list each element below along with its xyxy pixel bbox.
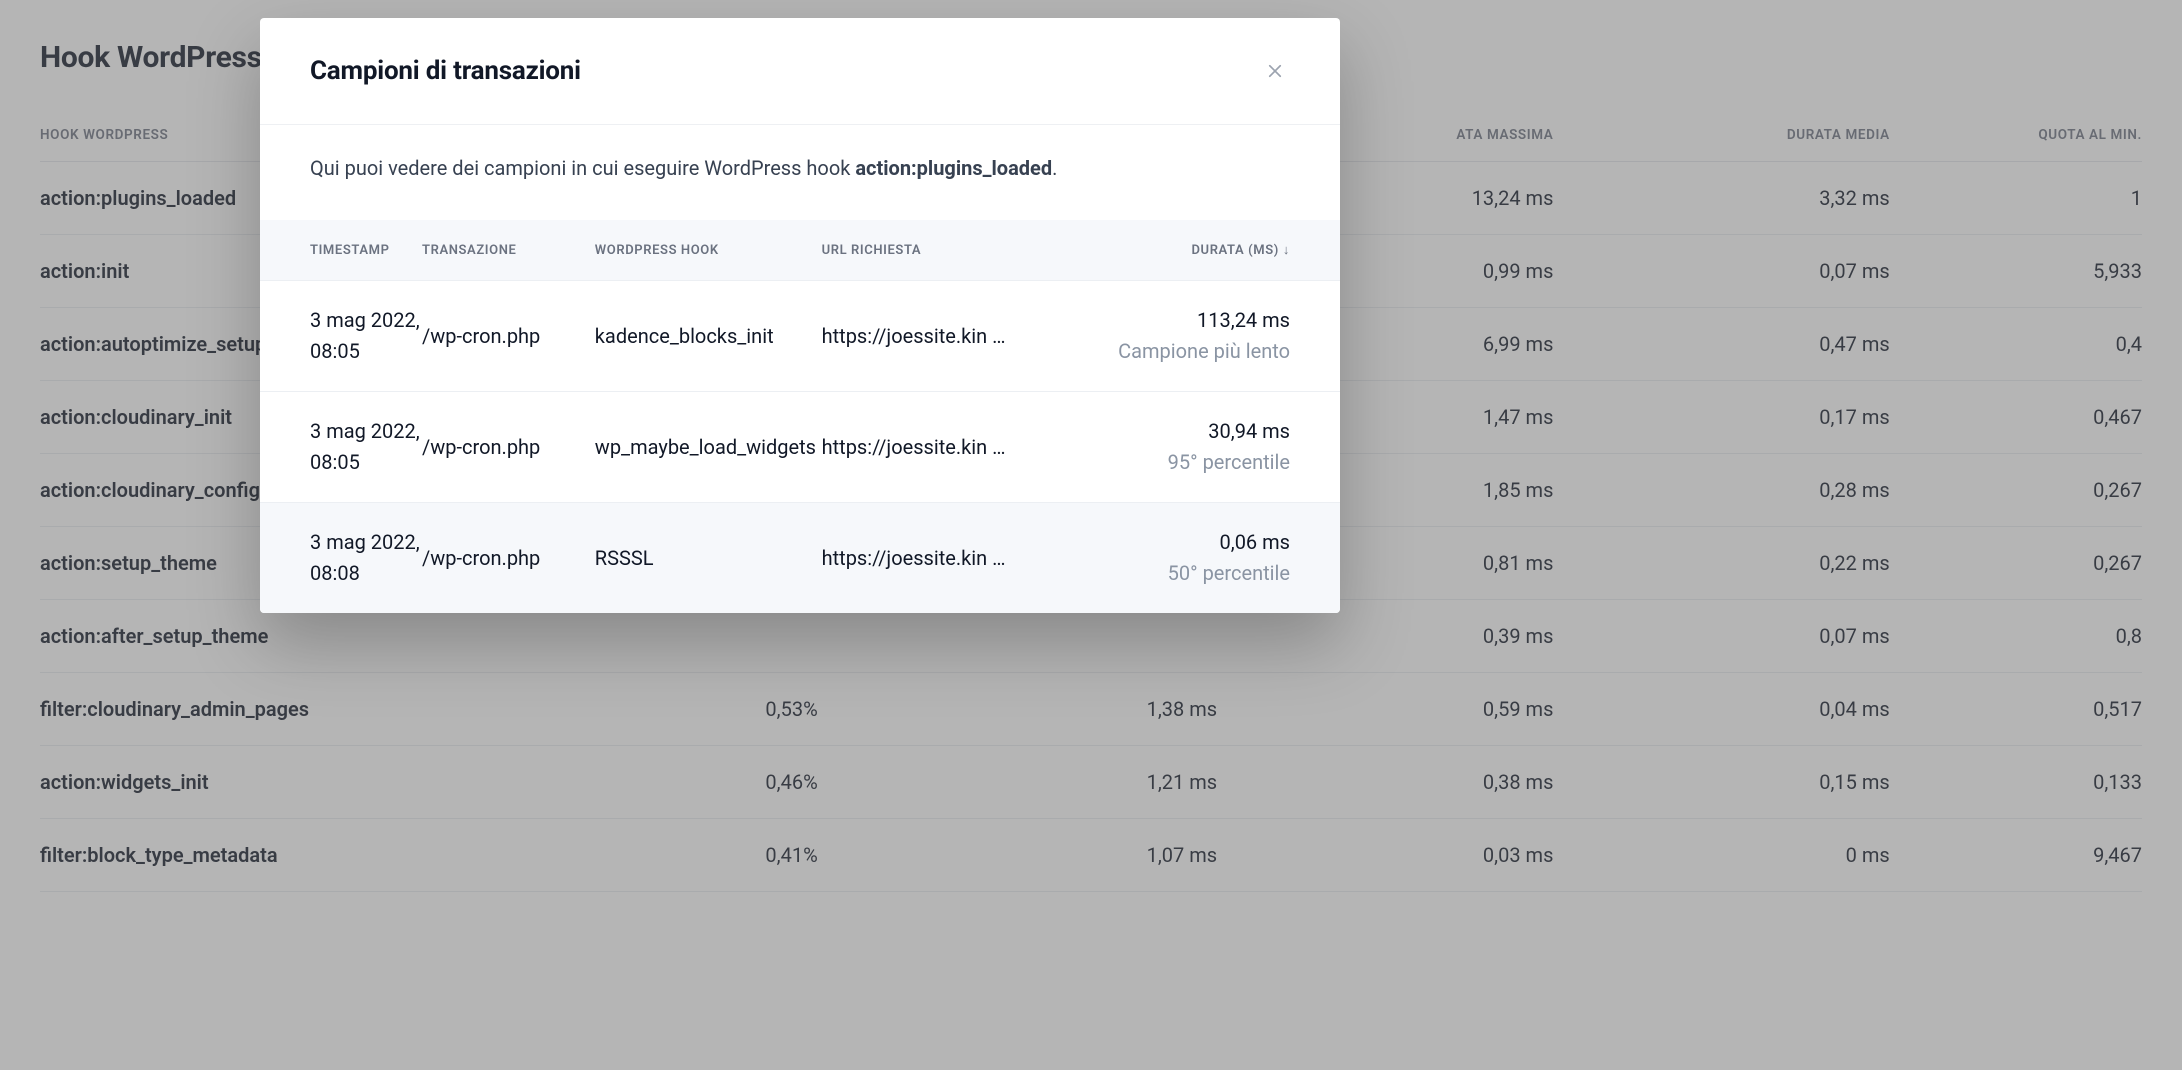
col-transaction[interactable]: TRANSAZIONE [422, 220, 595, 281]
samples-table: TIMESTAMP TRANSAZIONE WORDPRESS HOOK URL… [260, 220, 1340, 613]
cell-duration-sub: 95° percentile [1168, 450, 1290, 474]
cell-url: https://joessite.kin … [822, 503, 1103, 614]
col-timestamp[interactable]: TIMESTAMP [260, 220, 422, 281]
cell-timestamp: 3 mag 2022, 08:05 [260, 281, 422, 392]
col-duration-label: DURATA (MS) [1191, 243, 1278, 258]
cell-hook: wp_maybe_load_widgets [595, 392, 822, 503]
close-icon [1266, 68, 1284, 83]
cell-url: https://joessite.kin … [822, 281, 1103, 392]
cell-duration-sub: 50° percentile [1168, 561, 1290, 585]
cell-timestamp: 3 mag 2022, 08:08 [260, 503, 422, 614]
table-row[interactable]: 3 mag 2022, 08:08/wp-cron.phpRSSSLhttps:… [260, 503, 1340, 614]
cell-timestamp: 3 mag 2022, 08:05 [260, 392, 422, 503]
col-request-url[interactable]: URL RICHIESTA [822, 220, 1103, 281]
cell-transaction: /wp-cron.php [422, 281, 595, 392]
modal-title: Campioni di transazioni [310, 56, 581, 86]
cell-transaction: /wp-cron.php [422, 503, 595, 614]
sort-arrow-down-icon: ↓ [1283, 242, 1290, 258]
cell-hook: kadence_blocks_init [595, 281, 822, 392]
cell-duration-sub: Campione più lento [1118, 339, 1290, 363]
modal-header: Campioni di transazioni [260, 18, 1340, 124]
col-duration[interactable]: DURATA (MS) ↓ [1102, 220, 1340, 281]
modal-description: Qui puoi vedere dei campioni in cui eseg… [260, 124, 1340, 220]
col-wp-hook[interactable]: WORDPRESS HOOK [595, 220, 822, 281]
desc-hook-name: action:plugins_loaded [855, 156, 1052, 180]
cell-duration: 113,24 msCampione più lento [1102, 281, 1340, 392]
table-row[interactable]: 3 mag 2022, 08:05/wp-cron.phpwp_maybe_lo… [260, 392, 1340, 503]
cell-duration: 30,94 ms95° percentile [1102, 392, 1340, 503]
desc-prefix: Qui puoi vedere dei campioni in cui eseg… [310, 156, 855, 180]
desc-suffix: . [1052, 156, 1057, 180]
cell-hook: RSSSL [595, 503, 822, 614]
table-row[interactable]: 3 mag 2022, 08:05/wp-cron.phpkadence_blo… [260, 281, 1340, 392]
close-button[interactable] [1260, 56, 1290, 86]
cell-transaction: /wp-cron.php [422, 392, 595, 503]
transaction-samples-modal: Campioni di transazioni Qui puoi vedere … [260, 18, 1340, 613]
cell-url: https://joessite.kin … [822, 392, 1103, 503]
cell-duration: 0,06 ms50° percentile [1102, 503, 1340, 614]
